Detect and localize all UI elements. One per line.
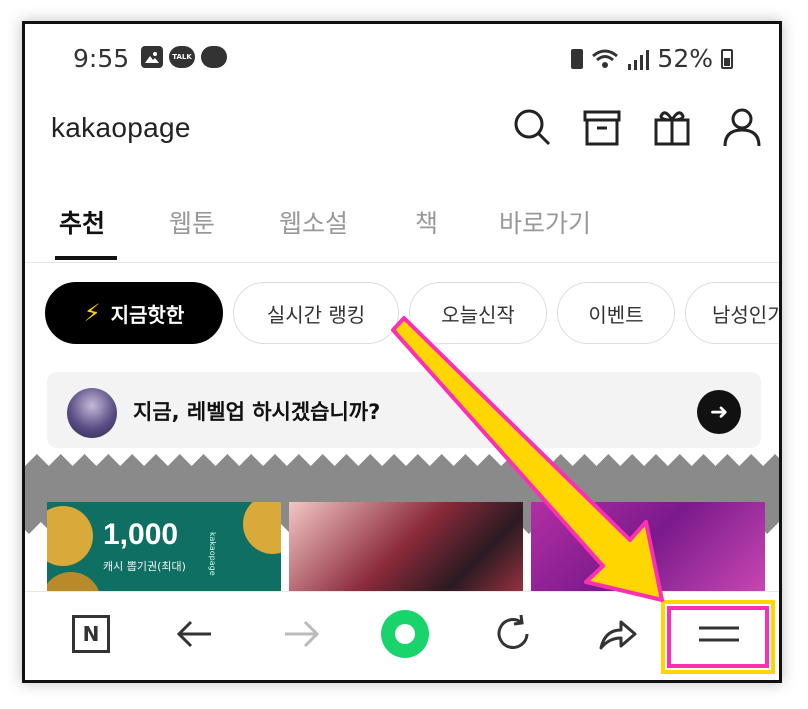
tab-recommend[interactable]: 추천 xyxy=(59,204,105,240)
chip-label: 지금핫한 xyxy=(110,302,185,327)
naver-n-icon[interactable]: N xyxy=(63,606,119,662)
wifi-icon xyxy=(592,49,619,68)
gallery-icon xyxy=(141,46,163,68)
notification-icons: TALK xyxy=(141,46,227,68)
naver-n-box: N xyxy=(72,615,110,653)
share-icon[interactable] xyxy=(589,606,645,662)
brand-vertical-text: kakaopage xyxy=(208,532,217,576)
lightning-icon: ⚡ xyxy=(83,299,101,327)
gold-coins-image xyxy=(243,502,281,554)
status-right: 52% xyxy=(571,44,733,73)
kakaotalk-icon: TALK xyxy=(169,46,195,68)
reload-icon[interactable] xyxy=(485,606,541,662)
promo-banner[interactable]: 지금, 레벨업 하시겠습니까? ➜ xyxy=(47,372,761,448)
header-icons xyxy=(511,106,763,148)
avatar xyxy=(67,388,117,438)
tab-book[interactable]: 책 xyxy=(415,204,438,240)
profile-icon[interactable] xyxy=(721,106,763,148)
browser-bottom-nav: N xyxy=(25,591,779,680)
category-chips: ⚡ 지금핫한 실시간 랭킹 오늘신작 이벤트 남성인기 xyxy=(25,282,779,348)
status-bar: 9:55 TALK 52% xyxy=(25,24,779,94)
arrow-right-icon[interactable]: ➜ xyxy=(697,390,741,434)
tab-webnovel[interactable]: 웹소설 xyxy=(279,204,348,240)
battery-icon xyxy=(721,48,733,69)
tab-webtoon[interactable]: 웹툰 xyxy=(169,204,215,240)
chip-label: 실시간 랭킹 xyxy=(266,302,366,327)
cash-subtitle: 캐시 뽑기권(최대) xyxy=(103,560,186,573)
app-header: kakaopage xyxy=(25,100,779,160)
kakaostory-icon xyxy=(201,46,227,68)
gift-icon[interactable] xyxy=(651,106,693,148)
main-tabs: 추천 웹툰 웹소설 책 바로가기 xyxy=(25,192,779,263)
status-time: 9:55 xyxy=(73,44,130,73)
chip-label: 오늘신작 xyxy=(441,302,515,327)
battery-percent: 52% xyxy=(657,44,713,73)
chip-male-popular[interactable]: 남성인기 xyxy=(685,282,782,344)
chip-label: 이벤트 xyxy=(588,302,644,327)
phone-screen: 9:55 TALK 52% kakaopage 추천 웹툰 웹소설 책 바로가기… xyxy=(22,21,782,683)
home-circle-icon[interactable] xyxy=(377,606,433,662)
cash-amount: 1,000 xyxy=(103,518,179,551)
archive-icon[interactable] xyxy=(581,106,623,148)
gold-coins-image xyxy=(47,506,93,566)
menu-highlight-box xyxy=(661,600,775,674)
battery-saver-icon xyxy=(571,48,584,69)
signal-icon xyxy=(628,49,650,70)
chip-new-today[interactable]: 오늘신작 xyxy=(409,282,547,344)
tab-shortcut[interactable]: 바로가기 xyxy=(499,204,591,240)
banner-text: 지금, 레벨업 하시겠습니까? xyxy=(133,400,381,424)
chip-hot-now[interactable]: ⚡ 지금핫한 xyxy=(45,282,223,344)
kakaopage-logo[interactable]: kakaopage xyxy=(51,112,191,144)
forward-arrow-icon[interactable] xyxy=(273,606,329,662)
chip-label: 남성인기 xyxy=(712,302,782,327)
chip-realtime-ranking[interactable]: 실시간 랭킹 xyxy=(233,282,399,344)
active-tab-indicator xyxy=(55,256,117,260)
back-arrow-icon[interactable] xyxy=(167,606,223,662)
search-icon[interactable] xyxy=(511,106,553,148)
chip-event[interactable]: 이벤트 xyxy=(557,282,675,344)
